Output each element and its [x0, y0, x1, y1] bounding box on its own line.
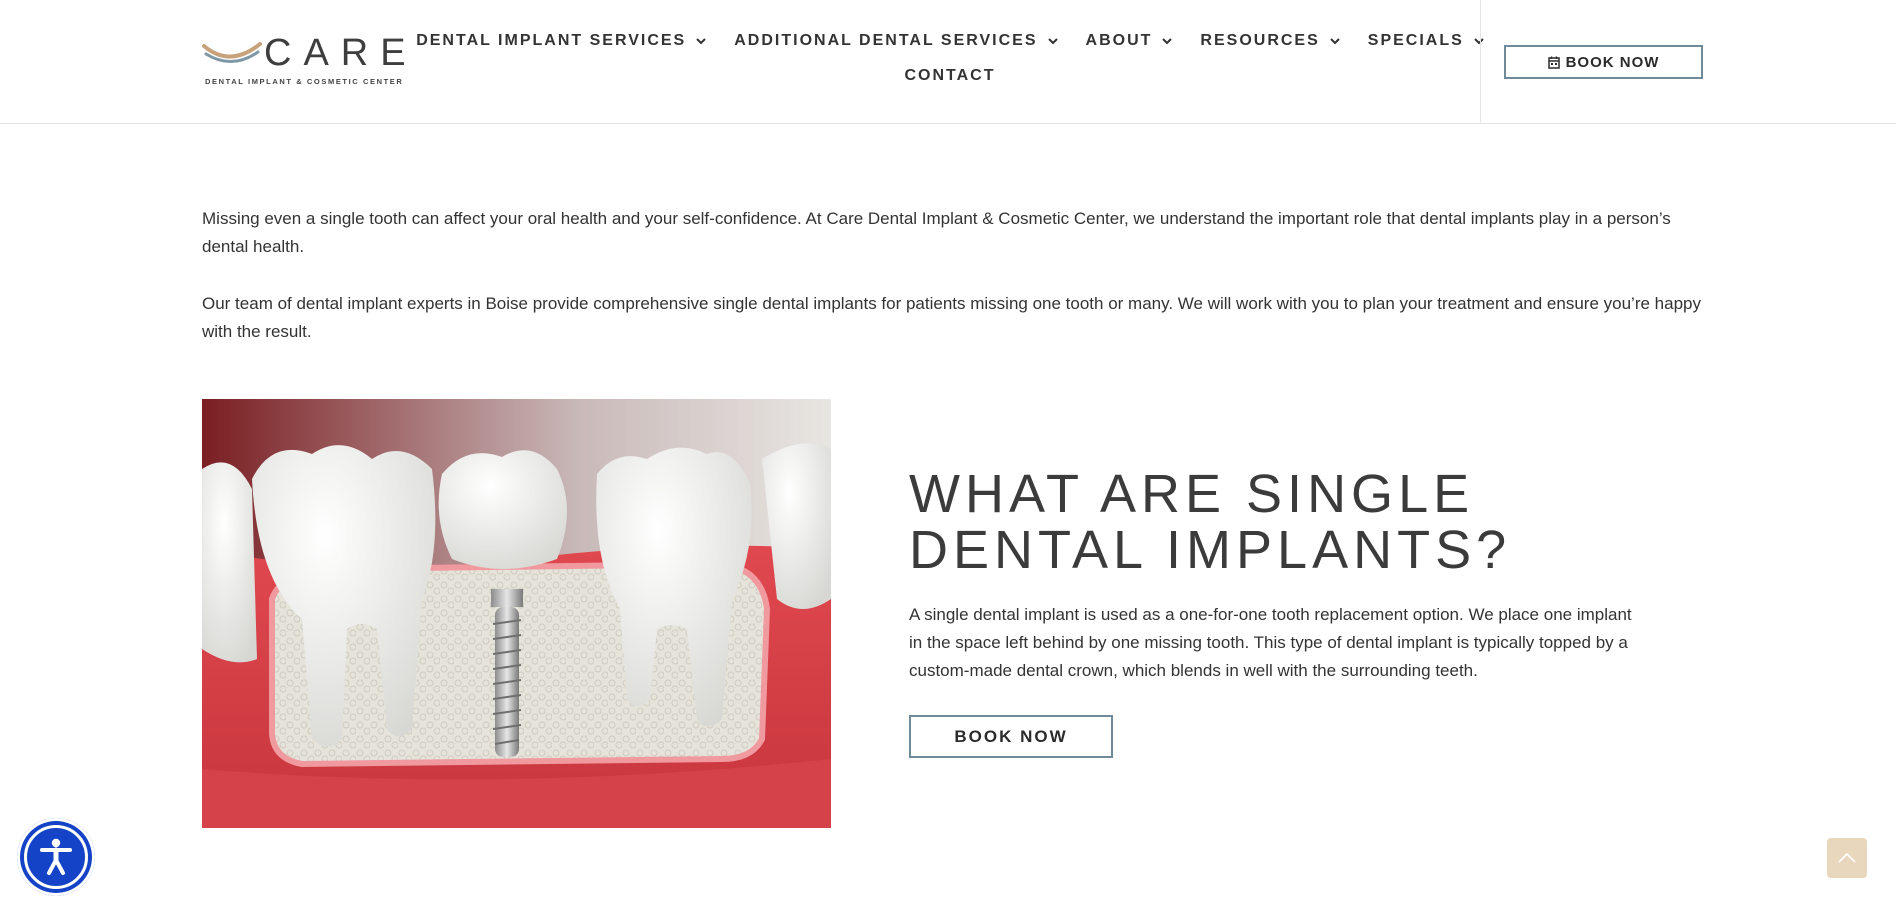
nav-item-specials[interactable]: SPECIALS — [1354, 32, 1498, 50]
logo-swoosh-icon — [202, 42, 262, 63]
chevron-down-icon — [1330, 37, 1340, 44]
chevron-down-icon — [1047, 37, 1058, 44]
book-now-button[interactable]: BOOK NOW — [909, 715, 1113, 758]
nav-item-label: ABOUT — [1085, 32, 1153, 49]
nav-row: DENTAL IMPLANT SERVICES ADDITIONAL DENTA… — [416, 26, 1484, 56]
section-heading: WHAT ARE SINGLE DENTAL IMPLANTS? — [909, 464, 1512, 580]
intro-text: Missing even a single tooth can affect y… — [202, 205, 1702, 346]
header-divider — [1480, 0, 1481, 124]
nav-item-contact[interactable]: CONTACT — [890, 67, 1009, 85]
site-header: CARE DENTAL IMPLANT & COSMETIC CENTER DE… — [0, 0, 1896, 124]
nav-item-about[interactable]: ABOUT — [1072, 32, 1187, 50]
chevron-down-icon — [1474, 37, 1484, 44]
accessibility-icon — [40, 838, 72, 875]
intro-paragraph-2: Our team of dental implant experts in Bo… — [202, 294, 1701, 341]
care-logo[interactable]: CARE DENTAL IMPLANT & COSMETIC CENTER — [202, 32, 424, 88]
nav-item-additional-dental-services[interactable]: ADDITIONAL DENTAL SERVICES — [720, 32, 1071, 50]
chevron-up-icon — [1838, 853, 1856, 863]
book-now-label: BOOK NOW — [954, 726, 1068, 746]
dental-implant-illustration — [202, 399, 831, 828]
nav-item-label: DENTAL IMPLANT SERVICES — [416, 32, 687, 49]
intro-paragraph-1: Missing even a single tooth can affect y… — [202, 209, 1671, 256]
nav-item-label: CONTACT — [904, 67, 996, 84]
accessibility-button[interactable] — [17, 818, 95, 896]
chevron-down-icon — [696, 37, 706, 44]
main-nav: DENTAL IMPLANT SERVICES ADDITIONAL DENTA… — [416, 26, 1484, 85]
nav-item-resources[interactable]: RESOURCES — [1186, 32, 1353, 50]
calendar-icon — [1547, 56, 1560, 69]
nav-item-label: RESOURCES — [1200, 32, 1320, 49]
header-book-now-label: BOOK NOW — [1565, 53, 1660, 71]
nav-item-label: SPECIALS — [1367, 32, 1464, 49]
header-book-now-button[interactable]: BOOK NOW — [1504, 45, 1703, 79]
logo-tagline: DENTAL IMPLANT & COSMETIC CENTER — [205, 77, 404, 86]
logo-wordmark: CARE — [264, 32, 418, 74]
accessibility-ring — [24, 825, 88, 889]
chevron-down-icon — [1162, 37, 1173, 44]
nav-row-secondary: CONTACT — [440, 67, 1460, 85]
back-to-top-button[interactable] — [1827, 838, 1867, 878]
section-description: A single dental implant is used as a one… — [909, 605, 1632, 680]
nav-item-dental-implant-services[interactable]: DENTAL IMPLANT SERVICES — [402, 32, 720, 50]
nav-item-label: ADDITIONAL DENTAL SERVICES — [734, 32, 1038, 49]
implant-illustration-svg — [202, 399, 831, 828]
